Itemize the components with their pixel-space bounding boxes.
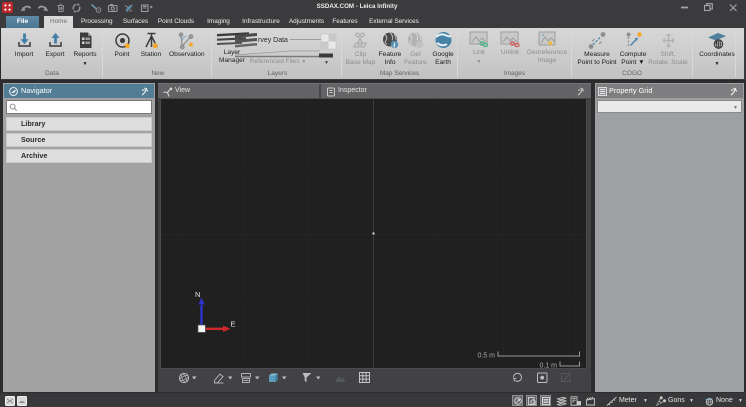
svg-text:rvey Data: rvey Data [258,37,288,44]
svg-text:0.5 m: 0.5 m [477,353,495,360]
svg-text:N: N [195,290,200,299]
svg-text:E: E [231,320,236,329]
svg-text:0.1 m: 0.1 m [539,363,557,370]
